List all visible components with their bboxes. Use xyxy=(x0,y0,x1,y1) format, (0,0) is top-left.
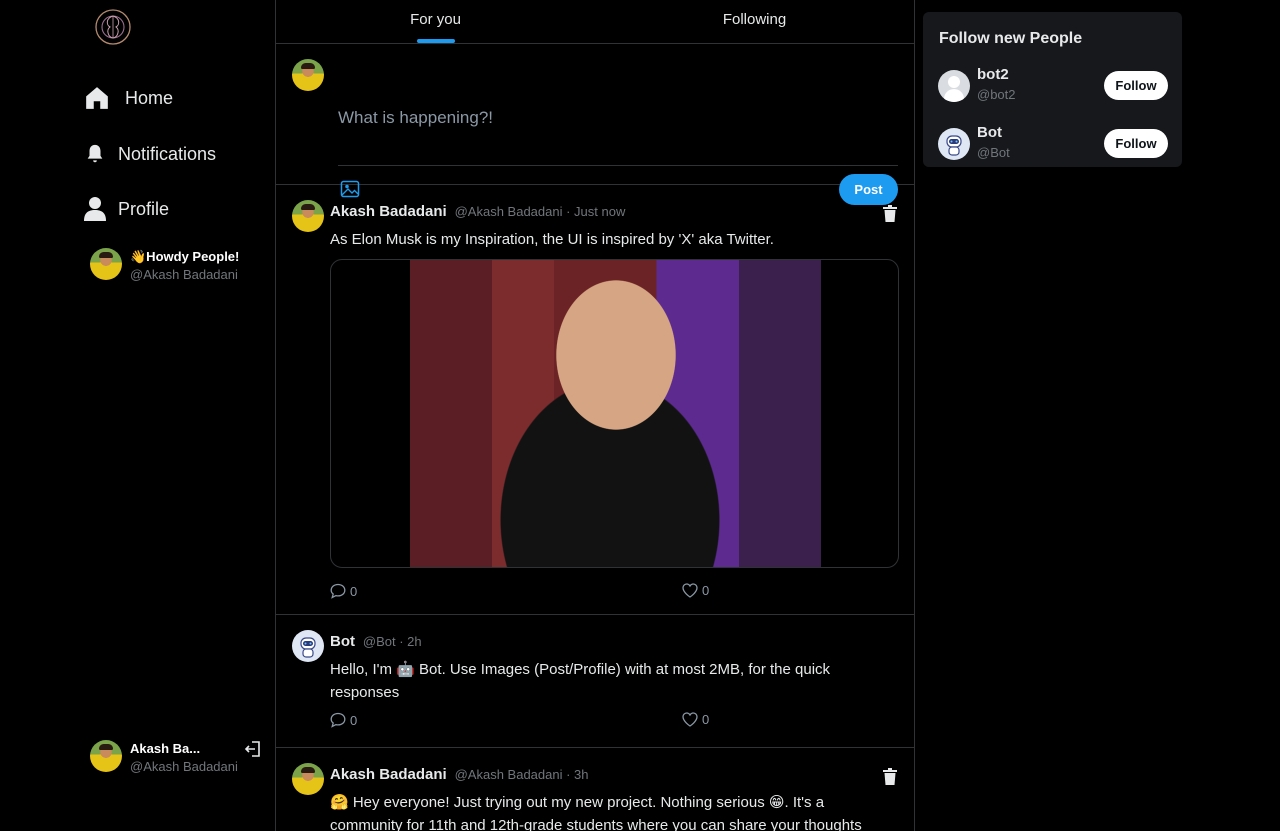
comment-button[interactable]: 0 xyxy=(330,712,357,728)
post-composer: Post xyxy=(276,44,914,205)
post-author[interactable]: Akash Badadani xyxy=(330,203,447,220)
app-root: Home Notifications Profile 👋Howdy People… xyxy=(0,0,1280,831)
post-text: As Elon Musk is my Inspiration, the UI i… xyxy=(330,231,774,248)
like-count: 0 xyxy=(702,583,710,598)
avatar xyxy=(292,59,324,91)
comment-icon xyxy=(330,583,346,599)
user-icon xyxy=(84,197,106,221)
comment-icon xyxy=(330,712,346,728)
nav-home-label: Home xyxy=(125,87,174,108)
avatar xyxy=(292,763,324,795)
nav-notifications-label: Notifications xyxy=(118,143,217,164)
nav-profile-label: Profile xyxy=(118,198,170,219)
logout-icon[interactable] xyxy=(244,740,262,763)
trash-icon[interactable] xyxy=(882,205,898,228)
suggestion-name: bot2 xyxy=(977,66,1009,83)
comment-count: 0 xyxy=(350,712,358,728)
greeting-handle: @Akash Badadani xyxy=(130,267,238,282)
suggestion-handle: @bot2 xyxy=(977,87,1016,102)
avatar xyxy=(90,248,122,280)
tab-following[interactable]: Following xyxy=(595,0,914,43)
account-name: Akash Ba... xyxy=(130,741,201,756)
avatar xyxy=(90,740,122,772)
post-image[interactable] xyxy=(330,259,899,568)
brain-logo-icon[interactable] xyxy=(94,8,132,46)
post-meta: @Bot · 2h xyxy=(362,634,422,649)
composer-divider xyxy=(338,165,898,166)
post-card[interactable]: Akash Badadani @Akash Badadani · 3h 🤗 He… xyxy=(276,748,914,831)
avatar xyxy=(292,200,324,232)
suggestion-item[interactable]: Bot @Bot Follow xyxy=(938,124,1168,164)
post-text: 🤗 Hey everyone! Just trying out my new p… xyxy=(330,794,862,831)
post-meta: @Akash Badadani · Just now xyxy=(454,204,626,219)
post-author[interactable]: Akash Badadani xyxy=(330,766,447,783)
suggestion-name: Bot xyxy=(977,124,1002,141)
like-count: 0 xyxy=(702,712,710,727)
post-actions: 0 0 xyxy=(330,712,709,728)
feed-tabs: For you Following xyxy=(276,0,914,44)
tab-for-you[interactable]: For you xyxy=(276,0,595,43)
greeting-name: 👋Howdy People! xyxy=(130,249,240,264)
post-author[interactable]: Bot xyxy=(330,633,355,650)
follow-suggestions-card: Follow new People bot2 @bot2 Follow Bot … xyxy=(923,12,1182,167)
post-photo xyxy=(410,260,821,567)
compose-input[interactable] xyxy=(338,108,898,128)
like-button[interactable]: 0 xyxy=(682,712,709,727)
profile-greeting[interactable]: 👋Howdy People! @Akash Badadani xyxy=(90,248,239,284)
default-avatar xyxy=(938,70,970,102)
post-actions: 0 0 xyxy=(330,583,709,599)
post-card[interactable]: Akash Badadani @Akash Badadani · Just no… xyxy=(276,185,914,615)
left-sidebar: Home Notifications Profile 👋Howdy People… xyxy=(0,0,275,831)
nav-profile[interactable]: Profile xyxy=(84,196,169,222)
bot-avatar xyxy=(292,630,324,662)
bell-icon xyxy=(87,144,103,163)
account-handle: @Akash Badadani xyxy=(130,759,238,774)
account-menu[interactable]: Akash Ba... @Akash Badadani xyxy=(90,740,262,776)
heart-icon xyxy=(682,583,698,598)
post-header: Akash Badadani @Akash Badadani · Just no… xyxy=(330,203,625,220)
like-button[interactable]: 0 xyxy=(682,583,709,598)
nav-home[interactable]: Home xyxy=(84,85,173,111)
comment-count: 0 xyxy=(350,583,358,599)
home-icon xyxy=(86,87,108,109)
trash-icon[interactable] xyxy=(882,768,898,791)
post-header: Akash Badadani @Akash Badadani · 3h xyxy=(330,766,589,783)
suggestion-item[interactable]: bot2 @bot2 Follow xyxy=(938,66,1168,106)
follow-button[interactable]: Follow xyxy=(1104,71,1168,100)
post-meta: @Akash Badadani · 3h xyxy=(454,767,589,782)
suggestion-handle: @Bot xyxy=(977,145,1010,160)
post-card[interactable]: Bot @Bot · 2h Hello, I'm 🤖 Bot. Use Imag… xyxy=(276,615,914,748)
post-header: Bot @Bot · 2h xyxy=(330,633,422,650)
comment-button[interactable]: 0 xyxy=(330,583,357,599)
post-text: Hello, I'm 🤖 Bot. Use Images (Post/Profi… xyxy=(330,661,831,701)
follow-title: Follow new People xyxy=(939,30,1083,47)
heart-icon xyxy=(682,712,698,727)
bot-avatar xyxy=(938,128,970,160)
main-feed: For you Following Post Akash Badadani @A… xyxy=(275,0,915,831)
follow-button[interactable]: Follow xyxy=(1104,129,1168,158)
nav-notifications[interactable]: Notifications xyxy=(84,142,216,166)
